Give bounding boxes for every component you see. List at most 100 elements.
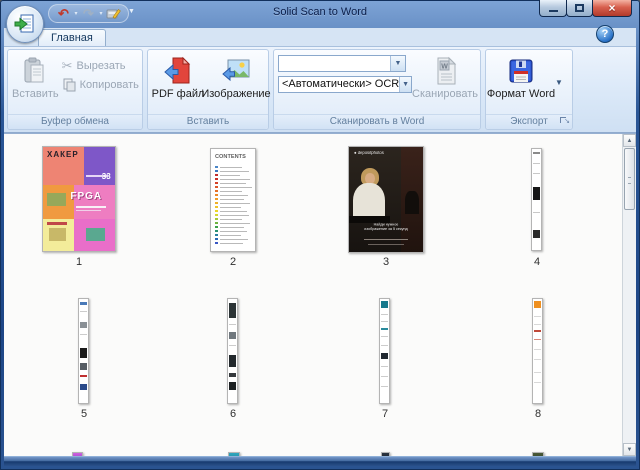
undo-button[interactable]: ↶ — [55, 6, 72, 22]
dialog-launcher-icon[interactable] — [560, 117, 569, 126]
page-thumbnail-8[interactable] — [532, 298, 543, 404]
scanner-select[interactable]: ▼ — [278, 55, 406, 72]
minimize-button[interactable] — [539, 0, 567, 17]
insert-pdf-button[interactable]: PDF файл — [152, 52, 204, 112]
group-scan-label: Сканировать в Word — [274, 114, 480, 129]
undo-dropdown-icon[interactable]: ▾ — [72, 10, 80, 17]
contents-bullet — [215, 226, 218, 229]
ad-headline: Найди нужное изображение за 5 секунд — [363, 223, 409, 232]
page-content-block — [534, 382, 541, 383]
pages-panel: ХАКЕР 33 FPGA 1 CON — [4, 133, 636, 456]
page-content-block — [381, 353, 388, 359]
group-scan: ▼ <Автоматически> OCR ▼ W — [273, 49, 481, 130]
ad-logo: ● depositphotos — [354, 151, 384, 155]
copy-button[interactable]: Копировать — [59, 75, 142, 94]
scanner-select-dropdown-icon[interactable]: ▼ — [390, 56, 405, 71]
page-thumbnail-7[interactable] — [379, 298, 390, 404]
page-number: 4 — [517, 256, 557, 268]
page-content-block — [533, 212, 540, 213]
contents-line — [220, 207, 241, 208]
contents-bullet — [215, 194, 218, 197]
ad-silhouette — [405, 191, 418, 214]
page-content-block — [47, 222, 67, 225]
ad-logo-text: depositphotos — [358, 151, 384, 155]
word-format-dropdown-icon[interactable]: ▼ — [552, 52, 566, 112]
scroll-down-icon[interactable]: ▼ — [623, 443, 636, 456]
redo-dropdown-icon[interactable]: ▾ — [97, 10, 105, 17]
page-content-block — [229, 332, 236, 339]
page-content-block — [533, 173, 540, 174]
pdf-file-icon — [163, 56, 193, 86]
page-content-block — [534, 330, 541, 332]
page-thumbnail-11-partial[interactable] — [381, 452, 390, 456]
paste-button[interactable]: Вставить — [12, 52, 59, 112]
vertical-scrollbar[interactable]: ▲ ▼ — [622, 134, 636, 456]
page-content-block — [534, 339, 541, 340]
insert-image-button[interactable]: Изображение — [204, 52, 268, 112]
cover-masthead: ХАКЕР — [47, 150, 79, 159]
cut-button[interactable]: ✂ Вырезать — [59, 56, 142, 75]
contents-line — [220, 179, 250, 180]
contents-line — [220, 223, 250, 224]
maximize-button[interactable] — [566, 0, 593, 17]
scroll-up-icon[interactable]: ▲ — [623, 134, 636, 147]
page-content-block — [381, 301, 388, 308]
app-menu-button[interactable] — [6, 5, 44, 43]
contents-line — [220, 191, 242, 192]
contents-line — [220, 219, 242, 220]
group-clipboard-label: Буфер обмена — [8, 114, 142, 129]
page-number: 7 — [365, 408, 405, 420]
redo-button[interactable]: ↷ — [80, 6, 97, 22]
page-thumbnail-1[interactable]: ХАКЕР 33 FPGA — [42, 146, 116, 252]
page-number: 1 — [59, 256, 99, 268]
page-thumbnail-9-partial[interactable] — [72, 452, 83, 456]
contents-line — [220, 239, 248, 240]
scrollbar-thumb[interactable] — [624, 148, 635, 210]
app-document-icon — [13, 12, 37, 36]
page-content-block — [381, 336, 388, 337]
close-icon: × — [608, 1, 615, 16]
page-content-block — [381, 366, 388, 367]
page-content-block — [533, 230, 540, 238]
contents-list — [215, 165, 252, 245]
page-thumbnail-3[interactable]: ● depositphotos Найди нужное изображение… — [348, 146, 424, 253]
page-content-block — [80, 375, 87, 377]
group-insert: PDF файл Изображение Вставить — [147, 49, 269, 130]
page-thumbnail-4[interactable] — [531, 148, 542, 251]
contents-row — [215, 241, 252, 245]
contents-bullet — [215, 238, 218, 241]
contents-line — [220, 167, 242, 168]
group-clipboard: Вставить ✂ Вырезать Копировать — [7, 49, 143, 130]
page-thumbnail-12-partial[interactable] — [532, 452, 544, 456]
page-thumbnail-2[interactable]: CONTENTS — [210, 148, 256, 252]
ribbon-tab-row: Главная ? — [4, 28, 636, 46]
ad-headline-line1: Найди нужное — [363, 223, 409, 227]
contents-bullet — [215, 230, 218, 233]
page-number: 6 — [213, 408, 253, 420]
contents-line — [220, 215, 249, 216]
cover-issue-number: 33 — [102, 172, 111, 181]
tab-home[interactable]: Главная — [38, 29, 106, 46]
page-thumbnail-10-partial[interactable] — [228, 452, 240, 456]
page-thumbnail-6[interactable] — [227, 298, 238, 404]
contents-line — [220, 227, 244, 228]
ad-subtext-line — [364, 239, 408, 240]
close-button[interactable]: × — [592, 0, 632, 17]
word-format-label: Формат Word — [487, 89, 555, 100]
page-content-block — [86, 228, 105, 241]
page-thumbnail-5[interactable] — [78, 298, 89, 404]
page-content-block — [533, 163, 540, 164]
insert-pdf-label: PDF файл — [152, 89, 205, 100]
copy-label: Копировать — [80, 79, 139, 91]
word-format-button[interactable]: Формат Word — [490, 52, 552, 112]
ad-headline-line2: изображение за 5 секунд — [363, 227, 409, 231]
page-content-block — [534, 359, 541, 360]
ocr-language-select[interactable]: <Автоматически> OCR ▼ — [278, 76, 412, 93]
page-content-block — [534, 349, 541, 350]
scan-button[interactable]: W Сканировать — [414, 52, 476, 112]
ocr-language-dropdown-icon[interactable]: ▼ — [399, 77, 411, 92]
help-button[interactable]: ? — [596, 25, 614, 43]
page-content-block — [229, 355, 236, 367]
page-content-block — [534, 324, 541, 325]
paste-label: Вставить — [12, 89, 59, 100]
